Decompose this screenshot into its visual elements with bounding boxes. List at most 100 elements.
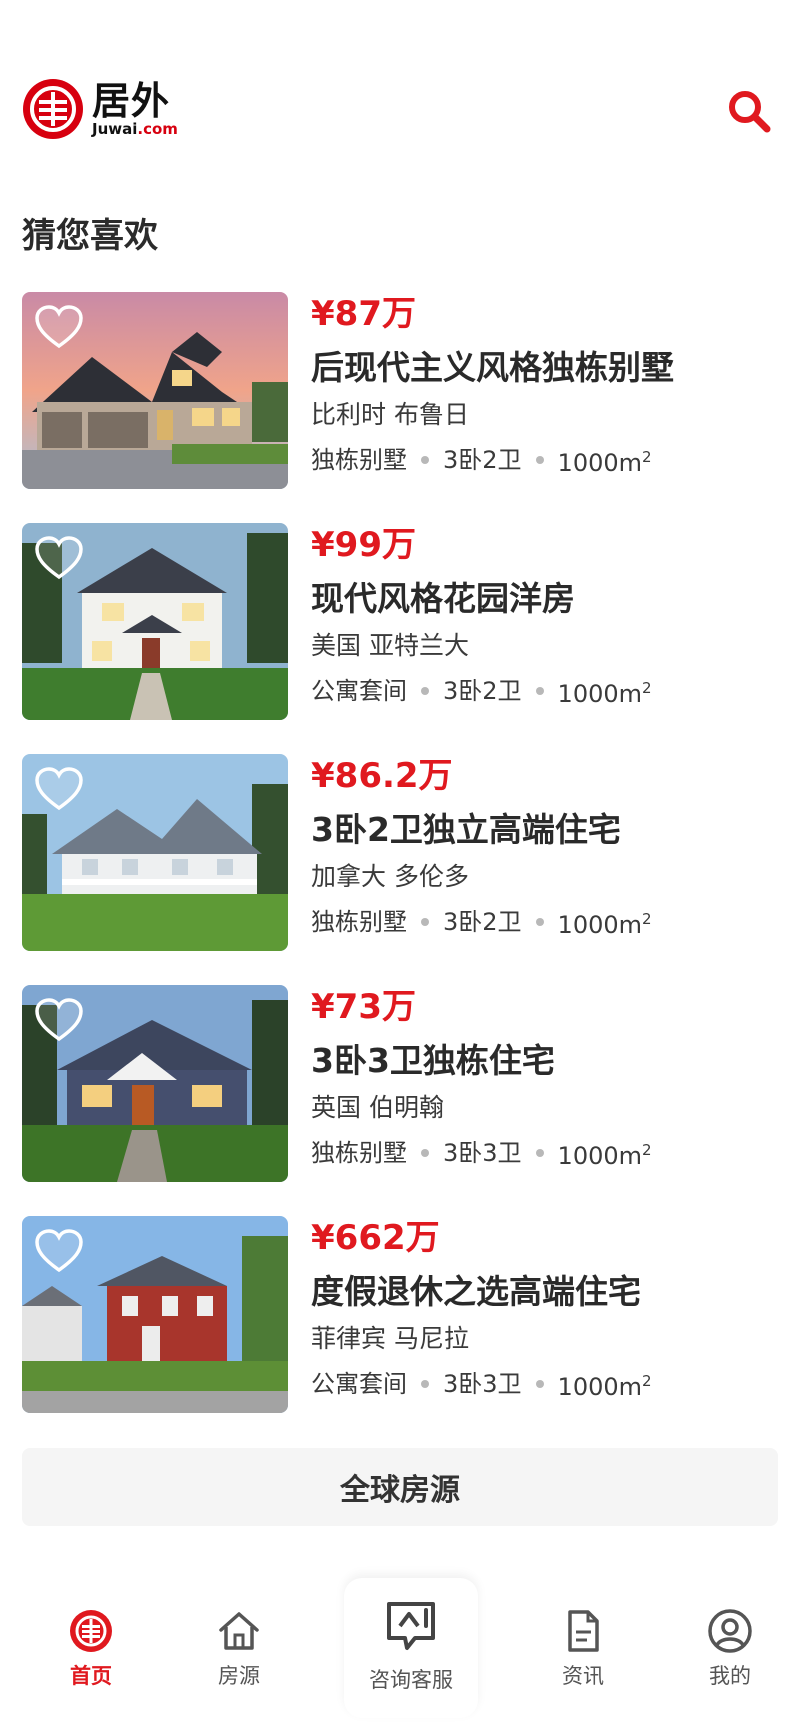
listing-area-value: 1000m	[557, 1142, 643, 1170]
favorite-heart-icon[interactable]	[34, 766, 84, 812]
listing-photo[interactable]	[22, 1216, 288, 1413]
logo-name-en-prefix: Juwai	[92, 120, 138, 138]
listing-area-exponent: 2	[642, 910, 652, 928]
separator-dot	[421, 1380, 429, 1388]
listing-price: ¥662万	[311, 1218, 440, 1258]
listing-rooms: 3卧2卫	[443, 446, 522, 474]
all-listings-button[interactable]: 全球房源	[22, 1448, 778, 1526]
favorite-heart-icon[interactable]	[34, 997, 84, 1043]
separator-dot	[421, 918, 429, 926]
listing-area-exponent: 2	[642, 1141, 652, 1159]
document-icon	[568, 1610, 599, 1652]
listing-area-exponent: 2	[642, 679, 652, 697]
listing-location: 比利时 布鲁日	[311, 400, 469, 429]
tab-label: 首页	[70, 1664, 112, 1688]
listing-photo[interactable]	[22, 754, 288, 951]
search-icon[interactable]	[726, 88, 772, 134]
listing-title[interactable]: 度假退休之选高端住宅	[311, 1270, 778, 1314]
listing-specs: 公寓套间 3卧3卫 1000m2	[311, 1364, 778, 1404]
tab-label: 我的	[709, 1664, 751, 1688]
listing-area-exponent: 2	[642, 448, 652, 466]
listing-price: ¥73万	[311, 987, 416, 1027]
logo-name-cn: 居外	[92, 79, 171, 123]
tab-listings[interactable]: 房源	[179, 1608, 299, 1718]
listing-price: ¥99万	[311, 525, 416, 565]
bottom-tab-bar: 首页 房源 咨询客服 资讯 我的	[0, 1578, 800, 1731]
separator-dot	[535, 1149, 544, 1157]
listing-area: 1000m2	[558, 671, 652, 711]
tab-customer-service[interactable]: 咨询客服	[344, 1578, 478, 1718]
home-logo-icon	[70, 1610, 112, 1652]
favorite-heart-icon[interactable]	[34, 535, 84, 581]
listing-price: ¥87万	[311, 294, 416, 334]
listing-location: 加拿大 多伦多	[311, 862, 469, 891]
app-header: 居外 Juwai.com	[0, 60, 800, 160]
listing-info: ¥99万 现代风格花园洋房 美国 亚特兰大 公寓套间 3卧2卫 1000m2	[311, 523, 778, 711]
listing-card[interactable]: ¥86.2万 3卧2卫独立高端住宅 加拿大 多伦多 独栋别墅 3卧2卫 1000…	[22, 754, 778, 985]
tab-home[interactable]: 首页	[31, 1608, 151, 1718]
favorite-heart-icon[interactable]	[34, 1228, 84, 1274]
listing-type: 独栋别墅	[311, 446, 407, 474]
listing-area-value: 1000m	[557, 1373, 643, 1401]
listing-info: ¥73万 3卧3卫独栋住宅 英国 伯明翰 独栋别墅 3卧3卫 1000m2	[311, 985, 778, 1173]
listing-card[interactable]: ¥87万 后现代主义风格独栋别墅 比利时 布鲁日 独栋别墅 3卧2卫 1000m…	[22, 292, 778, 523]
tab-news[interactable]: 资讯	[523, 1608, 643, 1718]
listing-area-exponent: 2	[642, 1372, 652, 1390]
tab-profile[interactable]: 我的	[670, 1608, 790, 1718]
listing-title[interactable]: 后现代主义风格独栋别墅	[311, 346, 778, 390]
logo-text: 居外 Juwai.com	[92, 81, 178, 137]
listing-specs: 独栋别墅 3卧2卫 1000m2	[311, 902, 778, 942]
listing-location: 美国 亚特兰大	[311, 631, 469, 660]
listing-location: 菲律宾 马尼拉	[311, 1324, 469, 1353]
listing-photo[interactable]	[22, 292, 288, 489]
juwai-logo[interactable]: 居外 Juwai.com	[22, 78, 178, 140]
separator-dot	[421, 456, 429, 464]
listing-info: ¥662万 度假退休之选高端住宅 菲律宾 马尼拉 公寓套间 3卧3卫 1000m…	[311, 1216, 778, 1404]
listing-photo[interactable]	[22, 985, 288, 1182]
listing-specs: 独栋别墅 3卧3卫 1000m2	[311, 1133, 778, 1173]
listing-area: 1000m2	[558, 440, 652, 480]
listing-area: 1000m2	[558, 902, 652, 942]
section-title: 猜您喜欢	[22, 216, 158, 256]
listing-card[interactable]: ¥99万 现代风格花园洋房 美国 亚特兰大 公寓套间 3卧2卫 1000m2	[22, 523, 778, 754]
listing-type: 独栋别墅	[311, 908, 407, 936]
separator-dot	[535, 456, 544, 464]
listing-title[interactable]: 3卧2卫独立高端住宅	[311, 808, 778, 852]
user-icon	[708, 1609, 752, 1653]
listing-area: 1000m2	[558, 1133, 652, 1173]
tab-label: 房源	[218, 1664, 260, 1688]
listing-title[interactable]: 3卧3卫独栋住宅	[311, 1039, 778, 1083]
listing-area: 1000m2	[558, 1364, 652, 1404]
separator-dot	[421, 687, 429, 695]
listing-area-value: 1000m	[557, 911, 643, 939]
listing-specs: 公寓套间 3卧2卫 1000m2	[311, 671, 778, 711]
listing-area-value: 1000m	[557, 680, 643, 708]
logo-name-en-suffix: .com	[137, 120, 178, 138]
separator-dot	[535, 918, 544, 926]
listing-type: 公寓套间	[311, 677, 407, 705]
listing-info: ¥86.2万 3卧2卫独立高端住宅 加拿大 多伦多 独栋别墅 3卧2卫 1000…	[311, 754, 778, 942]
logo-name-en: Juwai.com	[92, 121, 178, 137]
favorite-heart-icon[interactable]	[34, 304, 84, 350]
listing-rooms: 3卧2卫	[443, 908, 522, 936]
separator-dot	[421, 1149, 429, 1157]
listing-price: ¥86.2万	[311, 756, 453, 796]
listing-list: ¥87万 后现代主义风格独栋别墅 比利时 布鲁日 独栋别墅 3卧2卫 1000m…	[22, 292, 778, 1447]
chat-support-icon	[387, 1602, 435, 1650]
listing-location: 英国 伯明翰	[311, 1093, 444, 1122]
juwai-logo-icon	[23, 79, 83, 139]
listing-rooms: 3卧2卫	[443, 677, 522, 705]
listing-photo[interactable]	[22, 523, 288, 720]
house-icon	[219, 1612, 259, 1650]
listing-info: ¥87万 后现代主义风格独栋别墅 比利时 布鲁日 独栋别墅 3卧2卫 1000m…	[311, 292, 778, 480]
tab-label: 资讯	[562, 1664, 604, 1688]
separator-dot	[535, 1380, 544, 1388]
separator-dot	[535, 687, 544, 695]
listing-card[interactable]: ¥662万 度假退休之选高端住宅 菲律宾 马尼拉 公寓套间 3卧3卫 1000m…	[22, 1216, 778, 1447]
listing-type: 独栋别墅	[311, 1139, 407, 1167]
listing-rooms: 3卧3卫	[443, 1139, 522, 1167]
listing-area-value: 1000m	[557, 449, 643, 477]
listing-specs: 独栋别墅 3卧2卫 1000m2	[311, 440, 778, 480]
listing-card[interactable]: ¥73万 3卧3卫独栋住宅 英国 伯明翰 独栋别墅 3卧3卫 1000m2	[22, 985, 778, 1216]
listing-title[interactable]: 现代风格花园洋房	[311, 577, 778, 621]
